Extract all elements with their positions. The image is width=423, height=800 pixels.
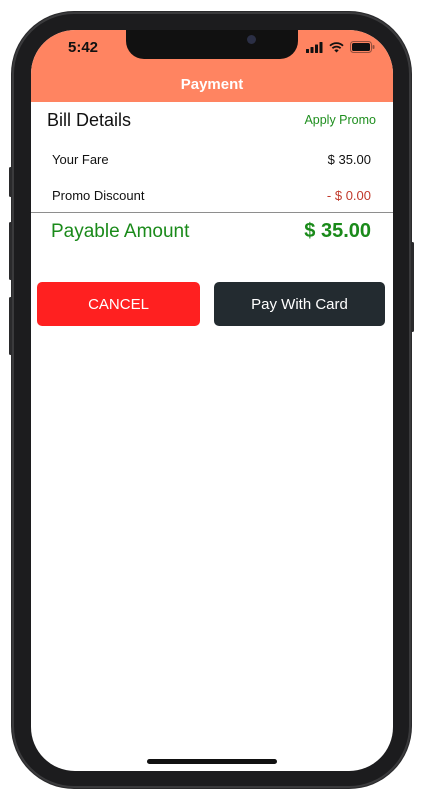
fare-row: Your Fare $ 35.00: [52, 152, 371, 167]
fare-value: $ 35.00: [327, 152, 371, 167]
payable-row: Payable Amount $ 35.00: [51, 220, 371, 243]
cancel-button[interactable]: CANCEL: [37, 282, 200, 326]
power-button: [411, 242, 414, 332]
wifi-icon: [329, 40, 344, 58]
bill-details-heading: Bill Details: [47, 110, 132, 130]
promo-discount-value: - $ 0.00: [326, 188, 371, 203]
battery-icon: [350, 40, 375, 58]
mute-switch: [9, 167, 12, 197]
payable-amount: $ 35.00: [304, 220, 371, 242]
divider: [31, 212, 393, 213]
status-time: 5:42: [68, 39, 99, 56]
page-title: Payment: [180, 76, 244, 93]
apply-promo-link[interactable]: Apply Promo: [304, 113, 376, 127]
home-indicator[interactable]: [147, 759, 277, 764]
promo-discount-row: Promo Discount - $ 0.00: [52, 188, 371, 203]
fare-label: Your Fare: [52, 152, 109, 167]
notch: [126, 30, 298, 59]
payable-label: Payable Amount: [51, 221, 190, 242]
nav-header: 5:42 Payment: [31, 30, 393, 102]
camera: [247, 35, 256, 44]
signal-icon: [306, 40, 323, 58]
volume-down-button: [9, 297, 12, 355]
volume-up-button: [9, 222, 12, 280]
app-screen: 5:42 Payment Bill Details Apply Promo Yo…: [31, 30, 393, 771]
promo-discount-label: Promo Discount: [52, 188, 145, 203]
status-icons: [306, 40, 375, 58]
pay-with-card-button[interactable]: Pay With Card: [214, 282, 385, 326]
